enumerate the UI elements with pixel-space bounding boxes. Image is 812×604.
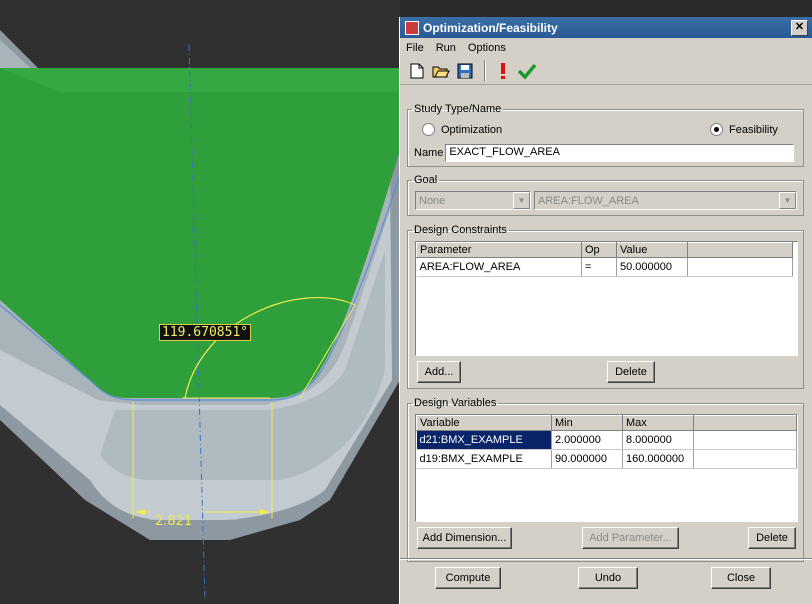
goal-param-select[interactable]: AREA:FLOW_AREA ▼: [534, 191, 797, 210]
optimization-dialog: Optimization/Feasibility ✕ File Run Opti…: [399, 17, 812, 604]
dialog-title: Optimization/Feasibility: [423, 20, 558, 35]
col-op[interactable]: Op: [581, 242, 617, 258]
delete-constraint-button[interactable]: Delete: [607, 361, 655, 383]
table-row[interactable]: d21:BMX_EXAMPLE 2.000000 8.000000: [416, 430, 797, 450]
cell-max[interactable]: 160.000000: [622, 449, 694, 469]
cell-parameter[interactable]: AREA:FLOW_AREA: [416, 257, 582, 277]
angle-dimension-label[interactable]: 119.670851°: [159, 324, 252, 341]
col-variable[interactable]: Variable: [416, 415, 552, 431]
checkmark-icon[interactable]: [516, 60, 538, 82]
menu-run[interactable]: Run: [436, 42, 456, 54]
constraints-table[interactable]: Parameter Op Value AREA:FLOW_AREA = 50.0…: [415, 241, 798, 356]
goal-type-value: None: [419, 194, 446, 207]
add-parameter-button[interactable]: Add Parameter...: [582, 527, 679, 549]
save-icon[interactable]: [454, 60, 476, 82]
name-input[interactable]: EXACT_FLOW_AREA: [445, 144, 795, 162]
chevron-down-icon[interactable]: ▼: [779, 192, 796, 209]
col-max[interactable]: Max: [622, 415, 694, 431]
feasibility-radio-circle[interactable]: [710, 123, 723, 136]
footer-divider: [400, 558, 812, 560]
menu-bar: File Run Options: [400, 38, 812, 57]
design-constraints-legend: Design Constraints: [414, 224, 507, 236]
close-button[interactable]: Close: [711, 567, 771, 589]
cell-min[interactable]: 90.000000: [551, 449, 623, 469]
undo-button[interactable]: Undo: [578, 567, 638, 589]
table-row[interactable]: d19:BMX_EXAMPLE 90.000000 160.000000: [416, 449, 797, 469]
add-constraint-button[interactable]: Add...: [417, 361, 461, 383]
cell-variable[interactable]: d21:BMX_EXAMPLE: [416, 430, 552, 450]
col-min[interactable]: Min: [551, 415, 623, 431]
compute-button[interactable]: Compute: [435, 567, 501, 589]
goal-type-select[interactable]: None ▼: [415, 191, 531, 210]
toolbar-separator: [484, 59, 486, 82]
col-parameter[interactable]: Parameter: [416, 242, 582, 258]
title-bar[interactable]: Optimization/Feasibility ✕: [400, 17, 812, 38]
app-icon: [405, 20, 419, 35]
optimization-radio-label: Optimization: [441, 123, 503, 136]
variables-table[interactable]: Variable Min Max d21:BMX_EXAMPLE 2.00000…: [415, 414, 798, 522]
goal-legend: Goal: [414, 174, 438, 186]
cell-value[interactable]: 50.000000: [616, 257, 688, 277]
cad-viewport[interactable]: 119.670851° 2.821: [0, 0, 400, 604]
col-empty: [693, 415, 797, 431]
name-label: Name: [414, 147, 444, 159]
cell-empty: [687, 257, 793, 277]
delete-variable-button[interactable]: Delete: [748, 527, 796, 549]
name-row: Name EXACT_FLOW_AREA: [414, 144, 795, 162]
optimization-radio[interactable]: Optimization: [422, 123, 502, 136]
add-dimension-button[interactable]: Add Dimension...: [417, 527, 512, 549]
feasibility-radio-label: Feasibility: [729, 123, 778, 136]
model-graphics: [0, 0, 400, 604]
optimization-radio-circle[interactable]: [422, 123, 435, 136]
toolbar: [400, 57, 812, 85]
design-variables-legend: Design Variables: [414, 397, 497, 409]
exclamation-icon[interactable]: [492, 60, 514, 82]
cell-op[interactable]: =: [581, 257, 617, 277]
constraints-header-row: Parameter Op Value: [416, 242, 793, 258]
close-icon[interactable]: ✕: [791, 19, 808, 36]
menu-options[interactable]: Options: [468, 42, 506, 54]
feasibility-radio[interactable]: Feasibility: [710, 123, 778, 136]
menu-file[interactable]: File: [406, 42, 424, 54]
cell-empty: [693, 449, 797, 469]
new-file-icon[interactable]: [406, 60, 428, 82]
chevron-down-icon[interactable]: ▼: [513, 192, 530, 209]
cell-min[interactable]: 2.000000: [551, 430, 623, 450]
length-dimension-label[interactable]: 2.821: [155, 514, 192, 529]
table-row[interactable]: AREA:FLOW_AREA = 50.000000: [416, 257, 793, 277]
variables-header-row: Variable Min Max: [416, 415, 797, 431]
cell-variable[interactable]: d19:BMX_EXAMPLE: [416, 449, 552, 469]
cell-empty: [693, 430, 797, 450]
study-type-legend: Study Type/Name: [414, 103, 502, 115]
goal-param-value: AREA:FLOW_AREA: [538, 194, 639, 207]
open-folder-icon[interactable]: [430, 60, 452, 82]
col-value[interactable]: Value: [616, 242, 688, 258]
col-empty: [687, 242, 793, 258]
cell-max[interactable]: 8.000000: [622, 430, 694, 450]
